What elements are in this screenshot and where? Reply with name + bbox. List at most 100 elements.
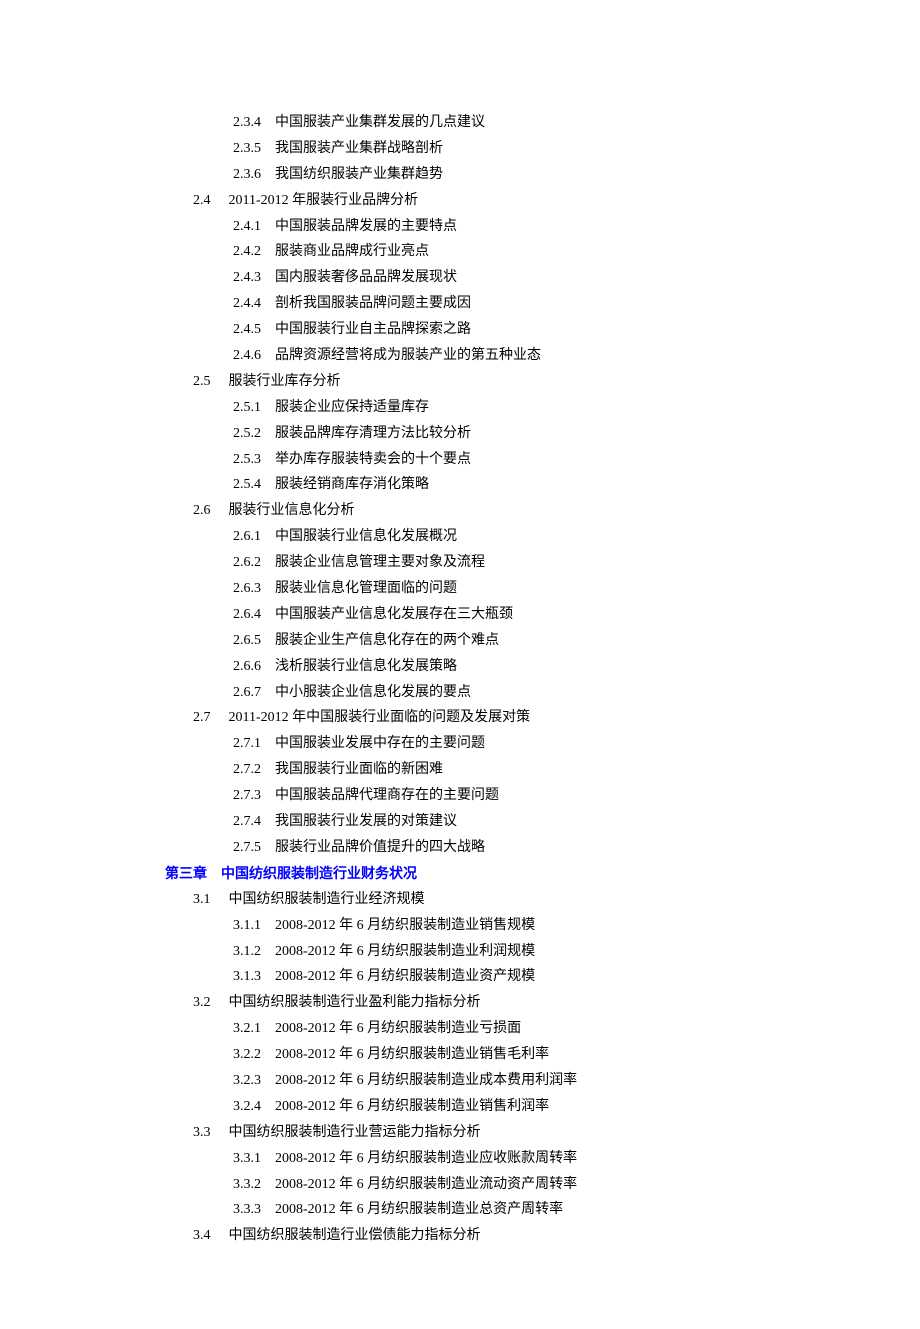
toc-entry: 2.5.2服装品牌库存清理方法比较分析	[165, 421, 755, 447]
toc-number: 2.6.1	[233, 524, 275, 550]
toc-number: 3.1.2	[233, 939, 275, 965]
toc-title: 我国服装行业发展的对策建议	[275, 814, 457, 829]
toc-title: 举办库存服装特卖会的十个要点	[275, 452, 471, 467]
toc-title: 服装品牌库存清理方法比较分析	[275, 426, 471, 441]
toc-number: 3.4	[193, 1223, 229, 1249]
toc-title: 我国纺织服装产业集群趋势	[275, 167, 443, 182]
toc-number: 2.6.4	[233, 602, 275, 628]
toc-entry: 2.72011-2012 年中国服装行业面临的问题及发展对策	[165, 705, 755, 731]
toc-entry: 3.3中国纺织服装制造行业营运能力指标分析	[165, 1120, 755, 1146]
toc-entry: 2.5.4服装经销商库存消化策略	[165, 472, 755, 498]
toc-title: 2008-2012 年 6 月纺织服装制造业流动资产周转率	[275, 1177, 577, 1192]
toc-number: 3.3.2	[233, 1172, 275, 1198]
toc-title: 剖析我国服装品牌问题主要成因	[275, 296, 471, 311]
toc-number: 2.6.7	[233, 680, 275, 706]
toc-entry: 2.4.1中国服装品牌发展的主要特点	[165, 214, 755, 240]
toc-entry: 3.1.12008-2012 年 6 月纺织服装制造业销售规模	[165, 913, 755, 939]
toc-entry: 2.4.2服装商业品牌成行业亮点	[165, 239, 755, 265]
toc-title: 中国服装品牌发展的主要特点	[275, 219, 457, 234]
toc-title: 品牌资源经营将成为服装产业的第五种业态	[275, 348, 541, 363]
toc-title: 我国服装行业面临的新困难	[275, 762, 443, 777]
toc-entry: 3.1.32008-2012 年 6 月纺织服装制造业资产规模	[165, 964, 755, 990]
toc-number: 2.7.4	[233, 809, 275, 835]
toc-entry: 2.7.1中国服装业发展中存在的主要问题	[165, 731, 755, 757]
toc-entry: 2.3.5我国服装产业集群战略剖析	[165, 136, 755, 162]
toc-number: 2.5.2	[233, 421, 275, 447]
toc-entry: 2.6.5服装企业生产信息化存在的两个难点	[165, 628, 755, 654]
toc-entry: 2.6.6浅析服装行业信息化发展策略	[165, 654, 755, 680]
table-of-contents: 2.3.4中国服装产业集群发展的几点建议2.3.5我国服装产业集群战略剖析2.3…	[165, 110, 755, 1249]
toc-number: 2.7	[193, 705, 229, 731]
toc-number: 2.6.2	[233, 550, 275, 576]
toc-number: 3.3.3	[233, 1197, 275, 1223]
toc-title: 中国服装行业信息化发展概况	[275, 529, 457, 544]
toc-number: 2.3.5	[233, 136, 275, 162]
toc-entry: 2.6.4中国服装产业信息化发展存在三大瓶颈	[165, 602, 755, 628]
toc-number: 2.6	[193, 498, 229, 524]
toc-number: 3.2.3	[233, 1068, 275, 1094]
toc-number: 2.7.1	[233, 731, 275, 757]
toc-entry: 2.5.3举办库存服装特卖会的十个要点	[165, 447, 755, 473]
toc-entry: 3.2.32008-2012 年 6 月纺织服装制造业成本费用利润率	[165, 1068, 755, 1094]
toc-title: 2008-2012 年 6 月纺织服装制造业利润规模	[275, 944, 535, 959]
toc-entry: 2.7.4我国服装行业发展的对策建议	[165, 809, 755, 835]
toc-title: 2008-2012 年 6 月纺织服装制造业应收账款周转率	[275, 1151, 577, 1166]
toc-entry: 2.6.3服装业信息化管理面临的问题	[165, 576, 755, 602]
toc-title: 服装经销商库存消化策略	[275, 477, 429, 492]
toc-number: 2.4.5	[233, 317, 275, 343]
toc-number: 3.1.1	[233, 913, 275, 939]
toc-number: 3.3.1	[233, 1146, 275, 1172]
toc-number: 3.2.2	[233, 1042, 275, 1068]
toc-title: 中国纺织服装制造行业财务状况	[221, 865, 417, 881]
toc-number: 2.3.6	[233, 162, 275, 188]
toc-number: 2.4.2	[233, 239, 275, 265]
toc-entry: 3.3.32008-2012 年 6 月纺织服装制造业总资产周转率	[165, 1197, 755, 1223]
toc-title: 2008-2012 年 6 月纺织服装制造业成本费用利润率	[275, 1073, 577, 1088]
toc-entry: 3.3.12008-2012 年 6 月纺织服装制造业应收账款周转率	[165, 1146, 755, 1172]
toc-title: 服装行业品牌价值提升的四大战略	[275, 840, 485, 855]
toc-entry: 2.6服装行业信息化分析	[165, 498, 755, 524]
toc-entry: 2.5.1服装企业应保持适量库存	[165, 395, 755, 421]
toc-entry: 2.7.2我国服装行业面临的新困难	[165, 757, 755, 783]
toc-entry: 3.4中国纺织服装制造行业偿债能力指标分析	[165, 1223, 755, 1249]
toc-number: 2.4.1	[233, 214, 275, 240]
toc-title: 2008-2012 年 6 月纺织服装制造业销售规模	[275, 918, 535, 933]
toc-number: 2.4.4	[233, 291, 275, 317]
toc-title: 2011-2012 年中国服装行业面临的问题及发展对策	[229, 710, 531, 725]
toc-title: 服装业信息化管理面临的问题	[275, 581, 457, 596]
toc-number: 2.5.4	[233, 472, 275, 498]
toc-entry: 2.3.6我国纺织服装产业集群趋势	[165, 162, 755, 188]
toc-entry: 2.5服装行业库存分析	[165, 369, 755, 395]
toc-title: 服装企业生产信息化存在的两个难点	[275, 633, 499, 648]
toc-entry: 3.2.12008-2012 年 6 月纺织服装制造业亏损面	[165, 1016, 755, 1042]
toc-title: 服装行业信息化分析	[229, 503, 355, 518]
toc-number: 2.7.5	[233, 835, 275, 861]
toc-title: 中国纺织服装制造行业盈利能力指标分析	[229, 995, 481, 1010]
document-page: 2.3.4中国服装产业集群发展的几点建议2.3.5我国服装产业集群战略剖析2.3…	[0, 0, 920, 1329]
toc-number: 3.1	[193, 887, 229, 913]
toc-title: 中国纺织服装制造行业偿债能力指标分析	[229, 1228, 481, 1243]
toc-entry: 3.1.22008-2012 年 6 月纺织服装制造业利润规模	[165, 939, 755, 965]
toc-title: 中国服装业发展中存在的主要问题	[275, 736, 485, 751]
toc-number: 2.7.3	[233, 783, 275, 809]
toc-number: 2.4.3	[233, 265, 275, 291]
toc-number: 3.2.1	[233, 1016, 275, 1042]
toc-entry: 2.7.5服装行业品牌价值提升的四大战略	[165, 835, 755, 861]
toc-number: 2.3.4	[233, 110, 275, 136]
toc-number: 第三章	[165, 861, 221, 887]
toc-title: 2008-2012 年 6 月纺织服装制造业销售利润率	[275, 1099, 549, 1114]
toc-entry: 2.42011-2012 年服装行业品牌分析	[165, 188, 755, 214]
toc-title: 2011-2012 年服装行业品牌分析	[229, 193, 419, 208]
toc-entry: 3.2.22008-2012 年 6 月纺织服装制造业销售毛利率	[165, 1042, 755, 1068]
toc-title: 服装行业库存分析	[229, 374, 341, 389]
toc-title: 中国服装品牌代理商存在的主要问题	[275, 788, 499, 803]
toc-entry: 3.1中国纺织服装制造行业经济规模	[165, 887, 755, 913]
toc-title: 中国服装行业自主品牌探索之路	[275, 322, 471, 337]
toc-number: 2.6.6	[233, 654, 275, 680]
toc-title: 我国服装产业集群战略剖析	[275, 141, 443, 156]
toc-entry: 2.4.5中国服装行业自主品牌探索之路	[165, 317, 755, 343]
toc-entry: 2.6.7中小服装企业信息化发展的要点	[165, 680, 755, 706]
toc-title: 国内服装奢侈品品牌发展现状	[275, 270, 457, 285]
toc-title: 服装商业品牌成行业亮点	[275, 244, 429, 259]
toc-title: 中国服装产业信息化发展存在三大瓶颈	[275, 607, 513, 622]
